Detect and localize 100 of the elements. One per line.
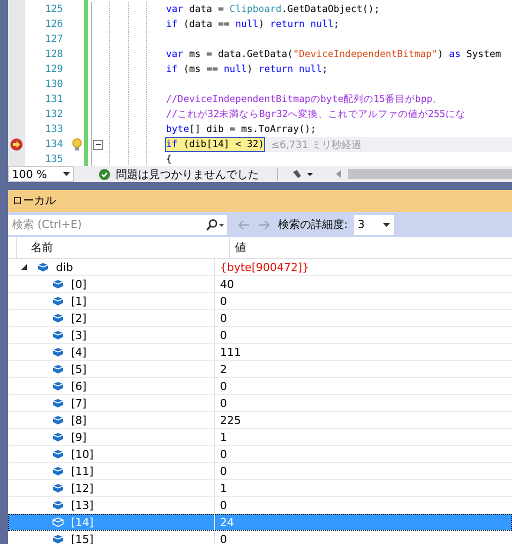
variable-name: [4] — [71, 346, 87, 358]
code-editor[interactable] — [8, 0, 512, 166]
variable-row[interactable]: [5] 2 — [8, 361, 512, 378]
field-icon — [52, 449, 64, 459]
search-icon[interactable] — [203, 214, 227, 234]
column-header[interactable]: 名前 — [16, 237, 230, 258]
panel-title: ローカル — [8, 190, 512, 212]
caret-icon[interactable] — [63, 172, 70, 176]
variable-row[interactable]: [3] 0 — [8, 327, 512, 344]
field-icon — [52, 364, 64, 374]
column-header[interactable]: 値 — [230, 237, 246, 258]
field-icon — [52, 500, 64, 510]
field-icon — [52, 347, 64, 357]
field-icon — [52, 398, 64, 408]
line-number: 129 — [44, 64, 63, 75]
line-number: 132 — [44, 109, 63, 120]
variable-row[interactable]: [6] 0 — [8, 378, 512, 395]
code-line: var ms = data.GetData("DeviceIndependentBitmap") as System — [165, 48, 502, 62]
variable-value: 0 — [219, 328, 227, 342]
code-line: { — [165, 153, 173, 166]
variable-value: 0 — [219, 498, 227, 512]
line-number: 135 — [44, 154, 63, 165]
variable-row[interactable]: [0] 40 — [8, 276, 512, 293]
line-number: 125 — [44, 4, 63, 15]
variable-row[interactable]: [12] 1 — [8, 480, 512, 497]
variable-value: 0 — [219, 448, 227, 460]
variable-row[interactable]: [11] 0 — [8, 463, 512, 480]
variable-value: 225 — [219, 414, 241, 426]
field-icon — [52, 483, 64, 493]
horizontal-scrollbar[interactable] — [336, 166, 512, 182]
variable-name: [6] — [71, 380, 87, 392]
variable-value: 0 — [219, 312, 227, 324]
elapsed-time-hint: ≤6,731 ミリ秒経過 — [271, 138, 362, 152]
field-icon — [52, 296, 64, 306]
variable-name: [5] — [71, 362, 87, 376]
line-number: 128 — [44, 49, 63, 60]
code-line: byte[] dib = ms.ToArray(); — [165, 123, 318, 137]
variable-value: 0 — [219, 396, 227, 410]
variable-name: [10] — [71, 448, 94, 460]
lightbulb-icon[interactable] — [72, 138, 82, 151]
line-number: 127 — [44, 34, 63, 45]
field-icon — [52, 279, 64, 289]
variable-value: 0 — [219, 380, 227, 392]
variable-value: {byte[900472]} — [219, 260, 310, 274]
variable-row[interactable]: [10] 0 — [8, 446, 512, 463]
search-depth-dropdown[interactable]: 3 — [354, 214, 394, 234]
variable-row[interactable]: [4] 111 — [8, 344, 512, 361]
field-icon — [52, 517, 64, 527]
zoom-dropdown[interactable]: 100 % — [8, 166, 74, 182]
line-number: 133 — [44, 124, 63, 135]
code-line: if (data == null) return null; — [165, 18, 340, 32]
line-number: 134 — [44, 139, 63, 150]
field-icon — [52, 432, 64, 442]
field-icon — [37, 262, 49, 272]
variable-row[interactable]: [2] 0 — [8, 310, 512, 327]
expand-toggle-icon[interactable] — [20, 263, 28, 271]
variable-row[interactable]: [8] 225 — [8, 412, 512, 429]
variable-name: [13] — [71, 498, 94, 512]
variable-name: dib — [56, 260, 74, 274]
variable-value: 0 — [219, 532, 227, 544]
variable-name: [2] — [71, 312, 87, 324]
brush-icon[interactable] — [292, 169, 314, 179]
check-icon — [99, 168, 110, 180]
variable-name: [8] — [71, 414, 87, 426]
search-field[interactable]: 検索 (Ctrl+E) — [8, 214, 203, 234]
line-number: 130 — [44, 79, 63, 90]
search-depth-label: 検索の詳細度: — [278, 217, 348, 232]
variable-name: [11] — [71, 464, 94, 478]
collapse-toggle[interactable] — [93, 140, 103, 150]
variable-row[interactable]: [7] 0 — [8, 395, 512, 412]
variable-row[interactable]: [9] 1 — [8, 429, 512, 446]
variable-name: [7] — [71, 396, 87, 410]
variable-value: 1 — [219, 430, 227, 444]
variable-value: 0 — [219, 464, 227, 478]
variable-value: 24 — [219, 516, 234, 528]
variable-value: 40 — [219, 278, 234, 290]
variable-name: [15] — [71, 532, 94, 544]
variable-name: [1] — [71, 294, 87, 308]
variable-row[interactable]: [15] 0 — [8, 531, 512, 544]
line-number: 126 — [44, 19, 63, 30]
code-line: var data = Clipboard.GetDataObject(); — [165, 3, 381, 17]
field-icon — [52, 466, 64, 476]
field-icon — [52, 313, 64, 323]
variable-name: [3] — [71, 328, 87, 342]
variable-value: 111 — [219, 346, 241, 358]
code-line: //DeviceIndependentBitmapのbyte配列の15番目がbpp、 — [165, 93, 444, 107]
status-message: 問題は見つかりませんでした — [116, 166, 259, 182]
variable-value: 2 — [219, 362, 227, 376]
field-icon — [52, 381, 64, 391]
variable-name: [14] — [71, 516, 94, 528]
code-line: if (ms == null) return null; — [165, 63, 329, 77]
field-icon — [52, 330, 64, 340]
variable-row[interactable]: [1] 0 — [8, 293, 512, 310]
variable-name: [9] — [71, 430, 87, 444]
variable-name: [12] — [71, 482, 94, 494]
field-icon — [52, 415, 64, 425]
variable-name: [0] — [71, 278, 87, 290]
caret-icon[interactable] — [382, 222, 390, 226]
variable-value: 0 — [219, 294, 227, 308]
code-line: //これが32未満ならBgr32へ変換、これでアルファの値が255にな — [165, 108, 466, 122]
